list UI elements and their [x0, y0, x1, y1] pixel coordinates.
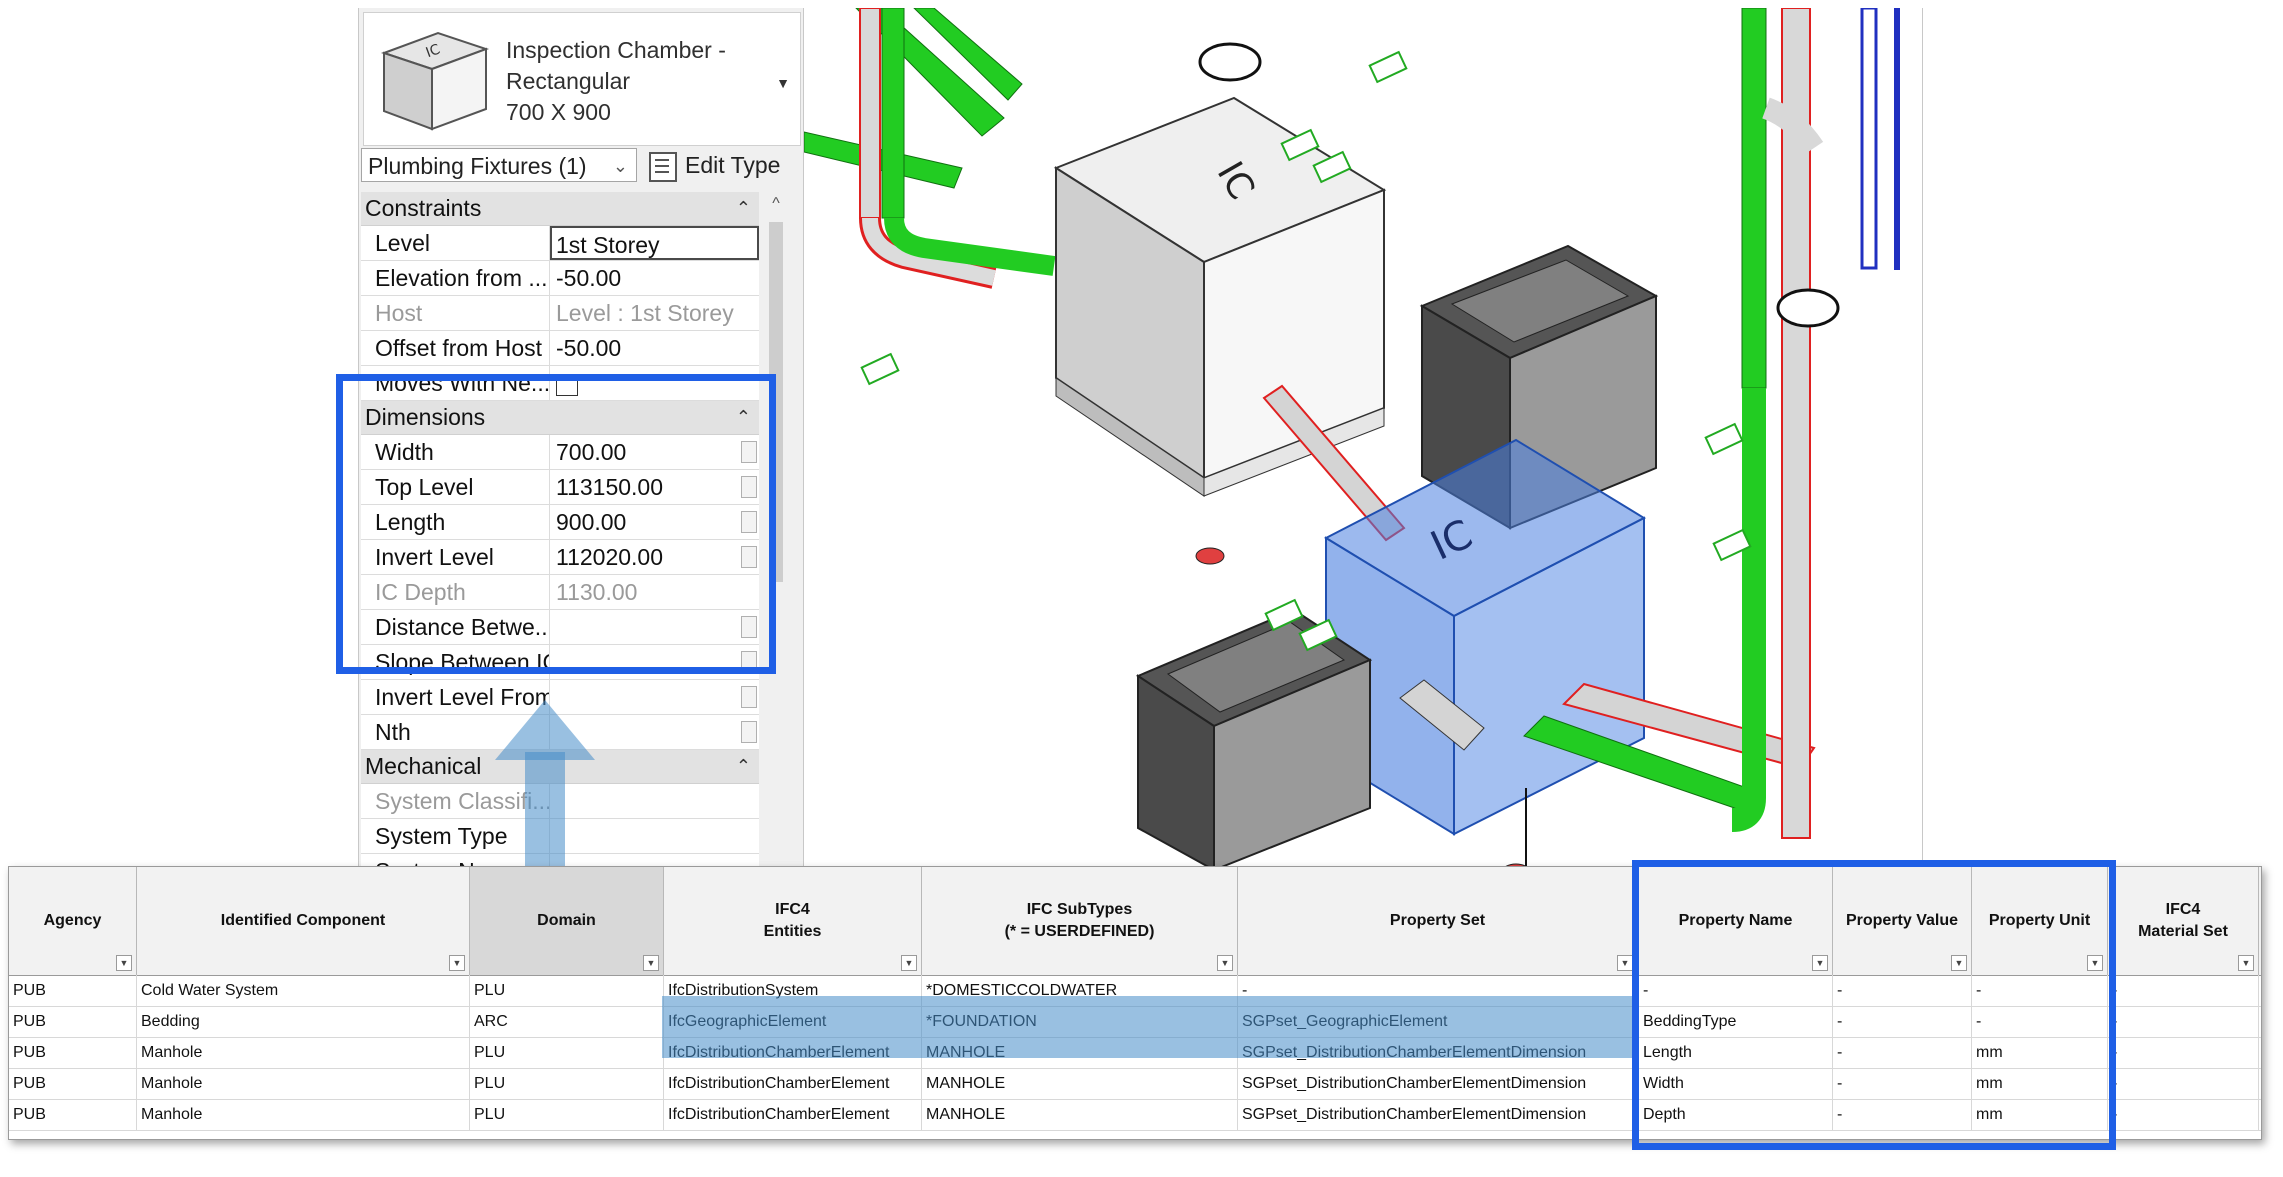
property-label: Level [361, 226, 550, 260]
dropdown-arrow-icon[interactable]: ▼ [776, 75, 790, 91]
type-selector[interactable]: IC Inspection Chamber - Rectangular 700 … [363, 12, 801, 146]
property-value-text: Level : 1st Storey [556, 300, 734, 326]
section-header-0[interactable]: Constraints ⌃ [361, 192, 759, 226]
category-selector-label: Plumbing Fixtures (1) [368, 153, 587, 179]
filter-icon[interactable]: ▼ [1217, 955, 1233, 971]
property-row[interactable]: Level 1st Storey [361, 226, 759, 261]
filter-icon[interactable]: ▼ [449, 955, 465, 971]
filter-icon[interactable]: ▼ [643, 955, 659, 971]
table-cell: Manhole [137, 1068, 470, 1099]
table-cell: - [2108, 1037, 2259, 1068]
column-header[interactable]: Property Set ▼ [1238, 867, 1638, 975]
table-cell: - [2108, 1099, 2259, 1130]
property-label: Host [361, 296, 550, 330]
property-label: Offset from Host [361, 331, 550, 365]
table-cell: PLU [470, 1068, 664, 1099]
section-title: Constraints [365, 195, 482, 221]
property-value-text: -50.00 [556, 335, 622, 361]
column-header-label: Property Set [1389, 912, 1486, 929]
category-selector[interactable]: Plumbing Fixtures (1) ⌄ [361, 148, 637, 182]
table-cell: SGPset_DistributionChamberElementDimensi… [1238, 1099, 1638, 1130]
edit-type-button[interactable]: Edit Type [649, 148, 780, 182]
filter-icon[interactable]: ▼ [901, 955, 917, 971]
table-cell: PUB [9, 1006, 137, 1037]
property-row[interactable]: Offset from Host -50.00 [361, 331, 759, 366]
table-cell: - [2108, 975, 2259, 1006]
pipe-end-marker-right [1776, 288, 1840, 328]
column-header[interactable]: IFC4 Entities ▼ [664, 867, 922, 975]
table-cell: IfcDistributionChamberElement [664, 1099, 922, 1130]
table-cell: Bedding [137, 1006, 470, 1037]
column-header[interactable]: IFC4 Material Set ▼ [2108, 867, 2259, 975]
table-cell: - [2108, 1006, 2259, 1037]
column-header[interactable]: Agency ▼ [9, 867, 137, 975]
table-cell: PUB [9, 1068, 137, 1099]
filter-icon[interactable]: ▼ [1617, 955, 1633, 971]
table-cell: - [2108, 1068, 2259, 1099]
table-cell: Cold Water System [137, 975, 470, 1006]
property-value[interactable]: -50.00 [550, 331, 759, 365]
table-cell: IfcDistributionChamberElement [664, 1068, 922, 1099]
property-value-text: -50.00 [556, 265, 622, 291]
3d-model-view[interactable]: IC IC [804, 8, 1923, 870]
section-title: Mechanical [365, 753, 482, 779]
property-label: Elevation from ... [361, 261, 550, 295]
scroll-up-icon[interactable]: ^ [763, 192, 789, 216]
property-value-text: 1st Storey [556, 232, 660, 258]
property-value[interactable]: -50.00 [550, 261, 759, 295]
table-cell: PUB [9, 1037, 137, 1068]
associate-parameter-button[interactable] [741, 721, 757, 743]
column-header[interactable]: Identified Component ▼ [137, 867, 470, 975]
table-cell: PLU [470, 1099, 664, 1130]
chevron-down-icon: ⌄ [612, 156, 628, 176]
column-header-label: Domain [537, 912, 596, 929]
pipe-cap [1195, 547, 1225, 565]
row-highlight-band [662, 996, 1634, 1058]
vertical-pipes-right [1731, 8, 1900, 839]
edit-type-label: Edit Type [685, 152, 781, 178]
column-header-label: IFC4 Entities [763, 901, 822, 940]
pipe-end-marker [1198, 42, 1262, 82]
property-value[interactable]: 1st Storey [550, 226, 759, 260]
open-chamber-bottom [1135, 608, 1373, 870]
filter-icon[interactable]: ▼ [2238, 955, 2254, 971]
table-cell: Manhole [137, 1037, 470, 1068]
column-header-label: IFC4 Material Set [2138, 901, 2228, 940]
column-header[interactable]: IFC SubTypes (* = USERDEFINED) ▼ [922, 867, 1238, 975]
type-name: Inspection Chamber - Rectangular 700 X 9… [506, 37, 726, 125]
table-cell: PLU [470, 1037, 664, 1068]
table-cell: PUB [9, 1099, 137, 1130]
table-cell: PUB [9, 975, 137, 1006]
table-cell: ARC [470, 1006, 664, 1037]
green-pipe-upper-left [804, 8, 1023, 189]
property-value: Level : 1st Storey [550, 296, 759, 330]
column-header-label: Identified Component [220, 912, 386, 929]
collapse-chevron-icon[interactable]: ⌃ [736, 192, 751, 225]
table-cell: Manhole [137, 1099, 470, 1130]
dimensions-highlight-box [336, 374, 776, 674]
column-header-label: IFC SubTypes (* = USERDEFINED) [1004, 901, 1155, 940]
associate-parameter-button[interactable] [741, 686, 757, 708]
table-cell: MANHOLE [922, 1068, 1238, 1099]
column-header[interactable]: Domain ▼ [470, 867, 664, 975]
column-header-label: Agency [43, 912, 102, 929]
table-cell: PLU [470, 975, 664, 1006]
table-cell: SGPset_DistributionChamberElementDimensi… [1238, 1068, 1638, 1099]
property-row[interactable]: Elevation from ... -50.00 [361, 261, 759, 296]
property-row[interactable]: Host Level : 1st Storey [361, 296, 759, 331]
inspection-chamber-thumbnail-icon: IC [380, 31, 490, 131]
property-columns-highlight-box [1632, 860, 2116, 1150]
filter-icon[interactable]: ▼ [116, 955, 132, 971]
edit-type-icon [649, 151, 677, 182]
table-cell: MANHOLE [922, 1099, 1238, 1130]
